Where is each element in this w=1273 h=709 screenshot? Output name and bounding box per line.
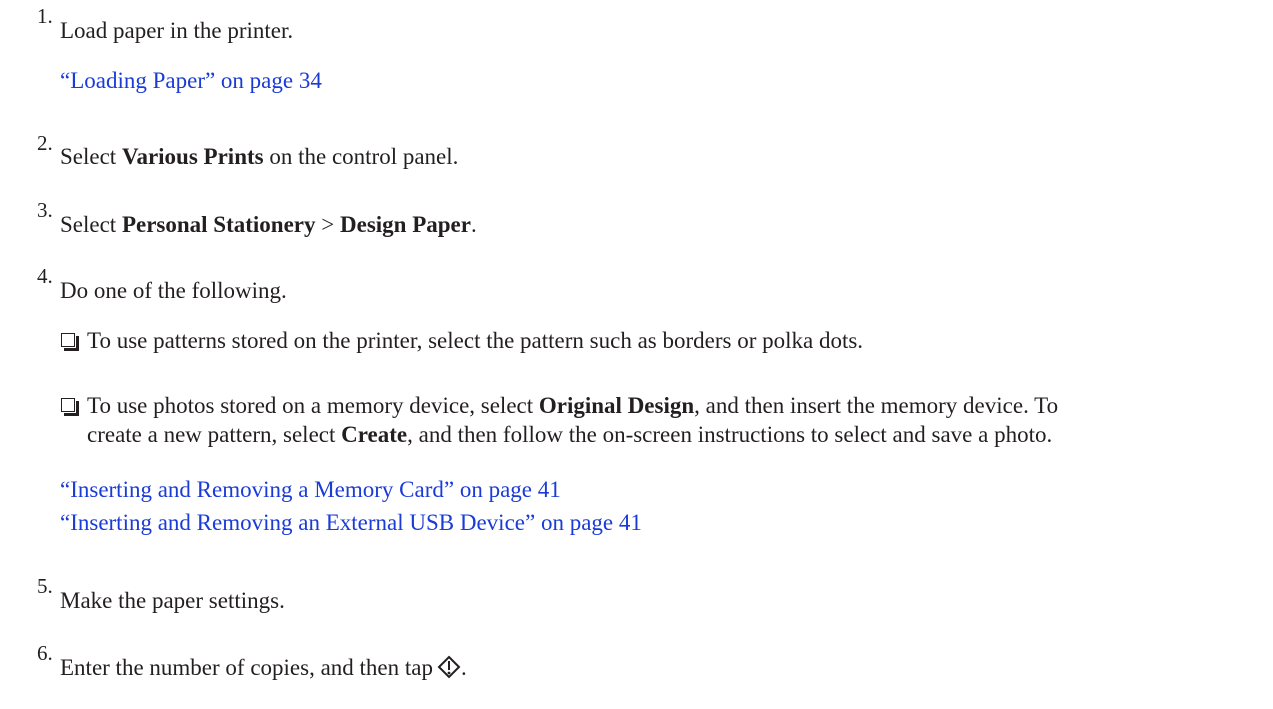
step-2-text: Select Various Prints on the control pan… [60, 144, 459, 169]
step-1-text: Load paper in the printer. [60, 18, 294, 43]
step-6-number: 6. [37, 641, 53, 665]
original-design-label: Original Design [538, 393, 695, 418]
step-1-number: 1. [37, 4, 53, 28]
loading-paper-link[interactable]: “Loading Paper” on page 34 [60, 67, 322, 95]
option-photos-text-line1: To use photos stored on a memory device,… [87, 393, 1059, 418]
option-patterns-text: To use patterns stored on the printer, s… [87, 328, 864, 353]
step-2-number: 2. [37, 131, 53, 155]
option-photos-text-line2: create a new pattern, select Create, and… [87, 422, 1053, 447]
step-5-text: Make the paper settings. [60, 588, 285, 613]
usb-device-link[interactable]: “Inserting and Removing an External USB … [60, 509, 642, 537]
design-paper-label: Design Paper [340, 212, 471, 237]
checkbox-icon [61, 333, 79, 351]
step-4-number: 4. [37, 264, 53, 288]
step-4-text: Do one of the following. [60, 278, 287, 303]
step-5-number: 5. [37, 574, 53, 598]
checkbox-icon [61, 398, 79, 416]
start-icon [437, 655, 461, 686]
create-label: Create [341, 422, 408, 447]
memory-card-link[interactable]: “Inserting and Removing a Memory Card” o… [60, 476, 561, 504]
step-3-number: 3. [37, 198, 53, 222]
various-prints-label: Various Prints [121, 144, 264, 169]
personal-stationery-label: Personal Stationery [121, 212, 316, 237]
step-3-text: Select Personal Stationery > Design Pape… [60, 212, 477, 237]
step-6-text: Enter the number of copies, and then tap… [60, 654, 467, 686]
